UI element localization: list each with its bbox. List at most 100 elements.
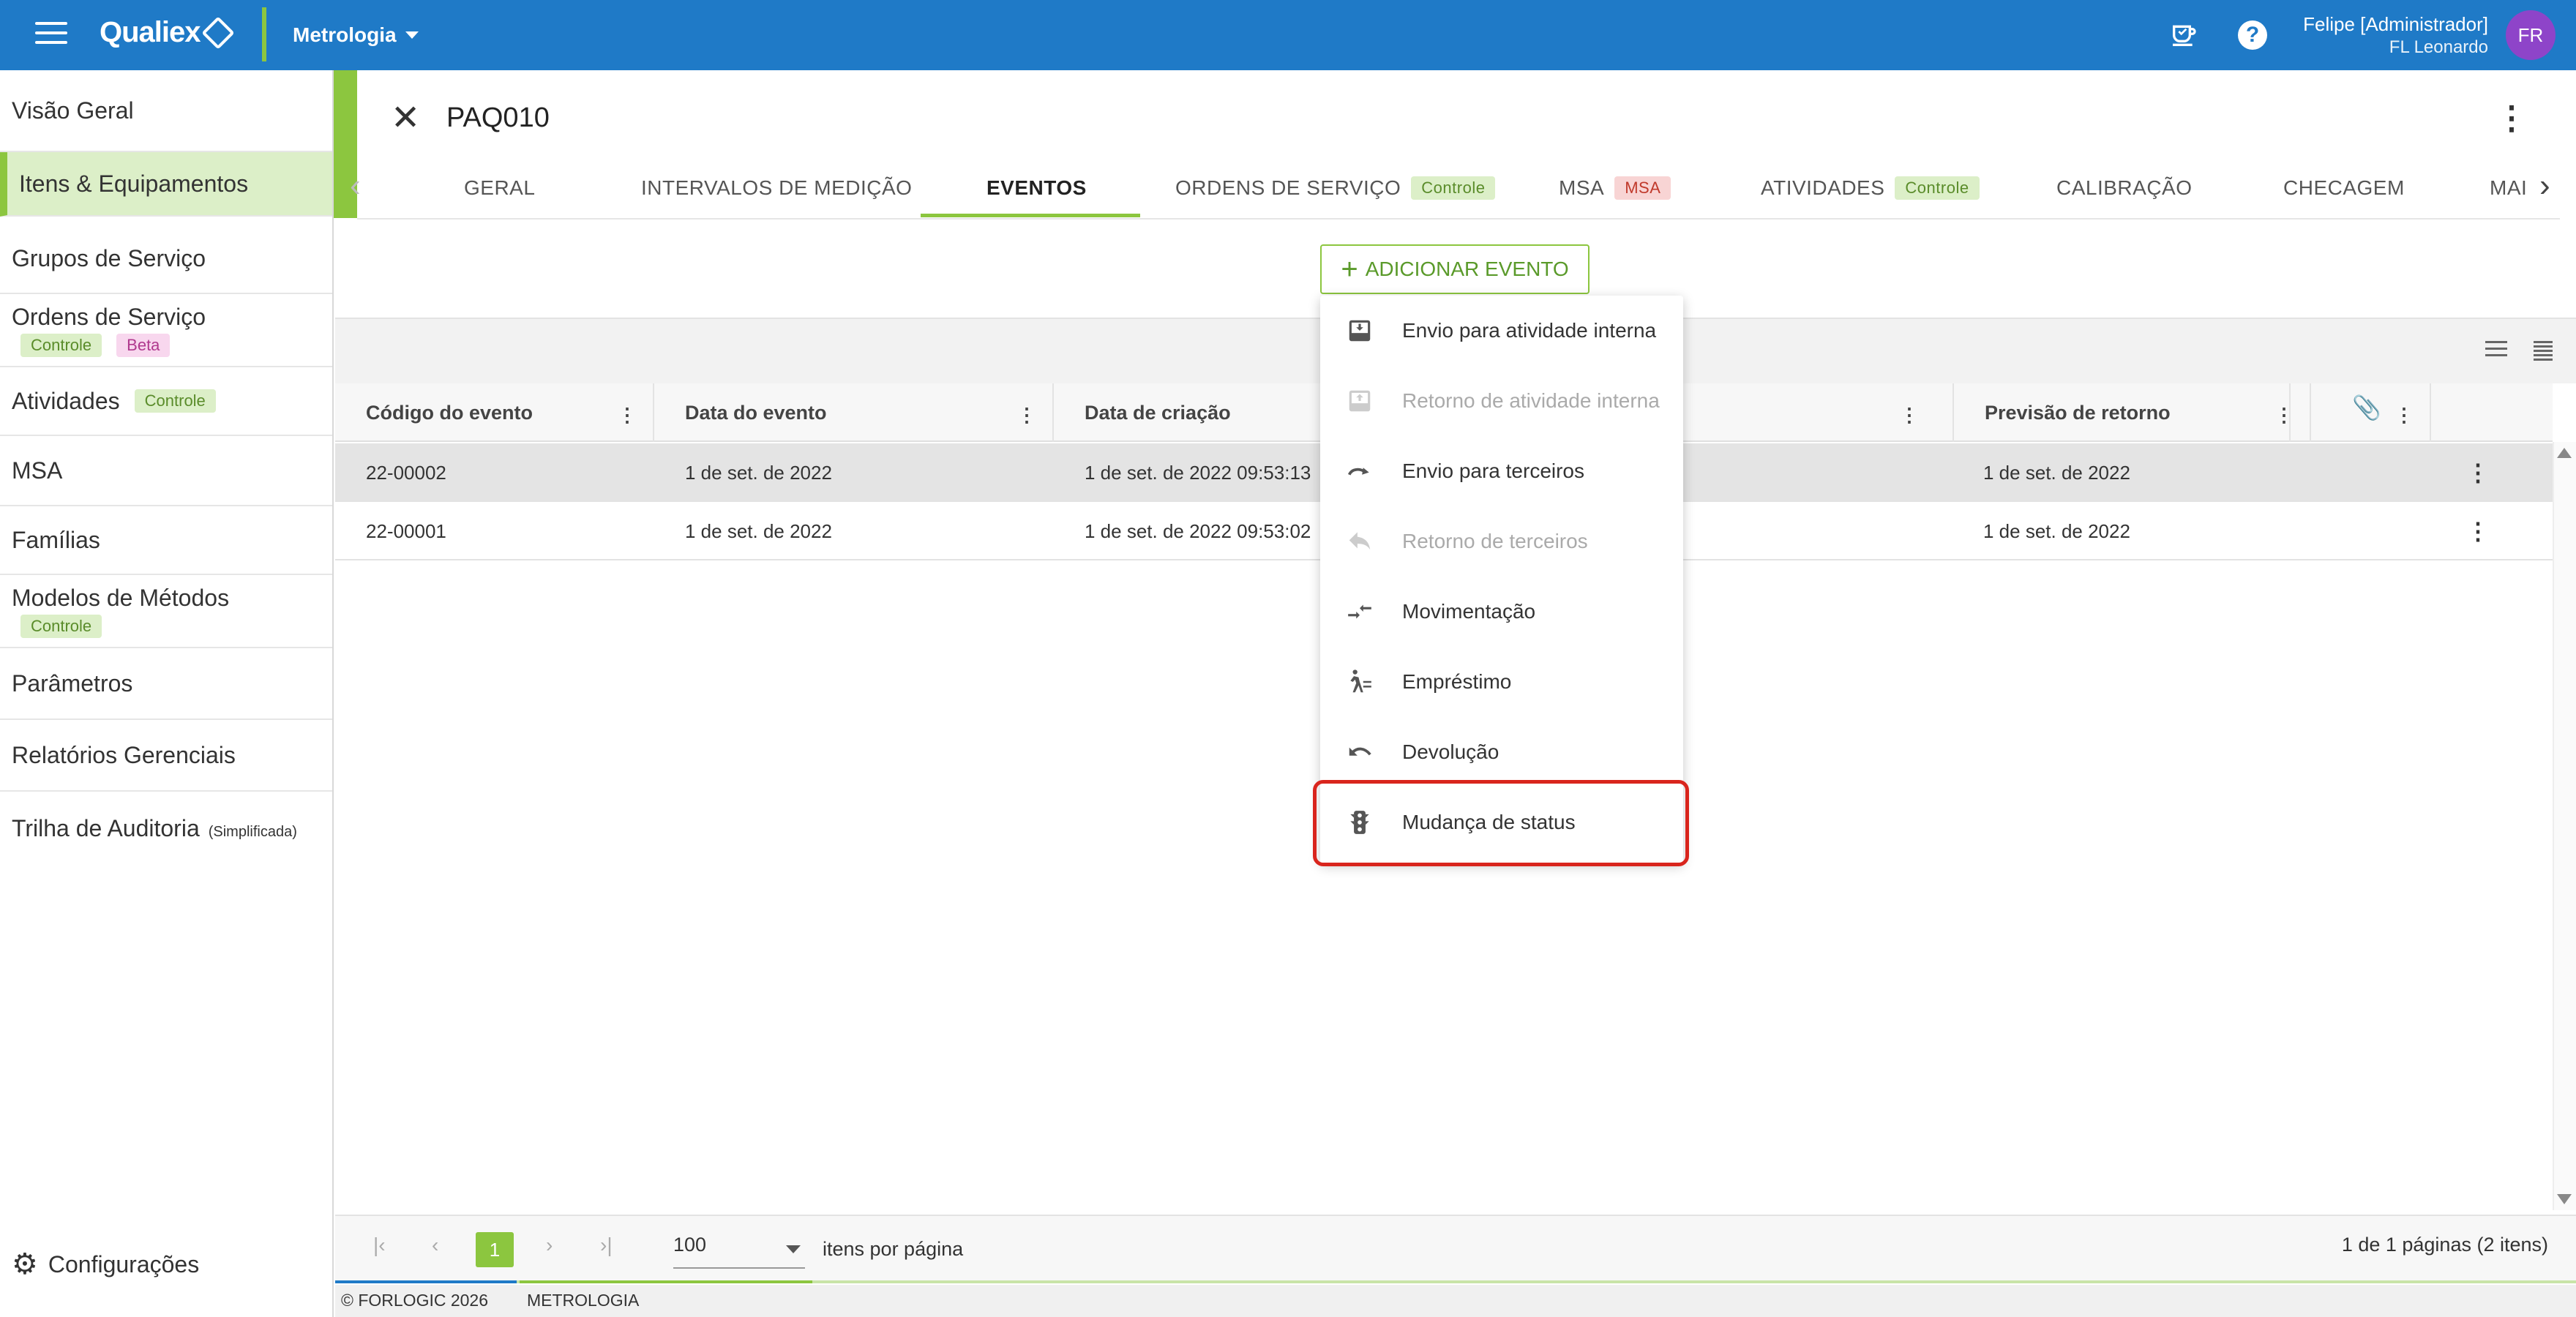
redo-arrow-icon: [1345, 457, 1374, 486]
footer-copyright: © FORLOGIC 2026: [341, 1291, 489, 1310]
coffee-cup-icon[interactable]: [2166, 18, 2201, 53]
page-size-select[interactable]: 100: [673, 1234, 805, 1269]
gear-icon: ⚙: [12, 1248, 38, 1280]
cell-code: 22-00001: [366, 519, 446, 542]
sidebar-item-familias[interactable]: Famílias: [0, 506, 332, 575]
tab-checagem[interactable]: CHECAGEM: [2283, 157, 2405, 220]
column-menu-icon[interactable]: ⋮: [2395, 404, 2414, 427]
avatar[interactable]: FR: [2506, 10, 2556, 60]
menu-item-label: Envio para atividade interna: [1402, 319, 1657, 342]
cell-code: 22-00002: [366, 461, 446, 484]
menu-item-label: Empréstimo: [1402, 670, 1512, 693]
first-page-icon[interactable]: |‹: [373, 1234, 386, 1257]
column-menu-icon[interactable]: ⋮: [1900, 404, 1919, 427]
module-selector[interactable]: Metrologia: [293, 23, 419, 47]
tab-label: GERAL: [464, 176, 536, 199]
tab-eventos[interactable]: EVENTOS: [986, 157, 1087, 220]
badge-msa: MSA: [1614, 176, 1671, 200]
column-label: Código do evento: [366, 401, 533, 424]
top-bar: Qualiex Metrologia ? Felipe [Administrad…: [0, 0, 2576, 70]
column-menu-icon[interactable]: ⋮: [2274, 404, 2294, 427]
menu-item-envio-atividade-interna[interactable]: Envio para atividade interna: [1320, 296, 1683, 366]
scroll-up-icon[interactable]: [2557, 448, 2572, 458]
tab-calibracao[interactable]: CALIBRAÇÃO: [2056, 157, 2193, 220]
column-header-data-evento[interactable]: Data do evento ⋮: [654, 383, 1054, 442]
menu-item-envio-terceiros[interactable]: Envio para terceiros: [1320, 436, 1683, 506]
badge-controle: Controle: [134, 389, 216, 413]
last-page-icon[interactable]: ›|: [600, 1234, 613, 1257]
column-header-previsao-retorno[interactable]: Previsão de retorno ⋮: [1952, 383, 2311, 442]
menu-item-devolucao[interactable]: Devolução: [1320, 717, 1683, 787]
sidebar-item-trilha-auditoria[interactable]: Trilha de Auditoria (Simplificada): [0, 792, 332, 865]
sidebar-item-sublabel: (Simplificada): [208, 823, 297, 840]
sidebar-item-grupos-servico[interactable]: Grupos de Serviço: [0, 224, 332, 294]
current-page-button[interactable]: 1: [476, 1232, 514, 1267]
density-compact-icon[interactable]: [2534, 341, 2553, 363]
add-event-label: ADICIONAR EVENTO: [1365, 258, 1569, 280]
tab-msa[interactable]: MSA MSA: [1559, 157, 1671, 220]
brand-mark-icon: [201, 15, 235, 50]
close-icon[interactable]: ✕: [391, 101, 420, 136]
previous-page-icon[interactable]: ‹: [432, 1234, 438, 1257]
pagination-summary: 1 de 1 páginas (2 itens): [2341, 1234, 2548, 1256]
cell-created: 1 de set. de 2022 09:53:13: [1085, 461, 1311, 484]
column-menu-icon[interactable]: ⋮: [1017, 404, 1036, 427]
vertical-scrollbar[interactable]: [2553, 442, 2576, 1210]
sidebar-item-modelos-metodos[interactable]: Modelos de Métodos Controle: [0, 575, 332, 648]
help-icon[interactable]: ?: [2235, 18, 2270, 53]
menu-item-retorno-atividade-interna: Retorno de atividade interna: [1320, 366, 1683, 436]
user-name: Felipe [Administrador]: [2303, 13, 2488, 35]
chevron-down-icon: [405, 31, 419, 39]
sidebar: Visão Geral Itens & Equipamentos Grupos …: [0, 70, 334, 1317]
page-title: PAQ010: [446, 102, 550, 133]
tab-ordens-servico[interactable]: ORDENS DE SERVIÇO Controle: [1175, 157, 1496, 220]
menu-icon[interactable]: [35, 22, 67, 48]
sidebar-item-atividades[interactable]: Atividades Controle: [0, 367, 332, 436]
column-header-codigo[interactable]: Código do evento ⋮: [335, 383, 654, 442]
pagination-bar: [335, 1215, 2576, 1282]
sidebar-item-visao-geral[interactable]: Visão Geral: [0, 70, 332, 152]
active-tab-indicator: [921, 214, 1140, 217]
tab-intervalos-medicao[interactable]: INTERVALOS DE MEDIÇÃO: [641, 157, 912, 220]
more-options-icon[interactable]: ⋮: [2496, 102, 2528, 135]
menu-item-movimentacao[interactable]: Movimentação: [1320, 577, 1683, 647]
column-menu-icon[interactable]: ⋮: [618, 404, 637, 427]
menu-item-emprestimo[interactable]: Empréstimo: [1320, 647, 1683, 717]
tab-label: MAI: [2490, 176, 2528, 199]
next-page-icon[interactable]: ›: [546, 1234, 553, 1257]
tab-label: EVENTOS: [986, 176, 1087, 199]
chevron-down-icon: [786, 1245, 801, 1253]
plus-icon: +: [1341, 253, 1358, 285]
paperclip-icon: 📎: [2352, 394, 2381, 421]
add-event-button[interactable]: + ADICIONAR EVENTO: [1320, 244, 1590, 294]
settings-link[interactable]: ⚙ Configurações: [12, 1250, 199, 1279]
cell-return: 1 de set. de 2022: [1983, 519, 2130, 542]
badge-controle: Controle: [1411, 176, 1496, 200]
sidebar-item-label: MSA: [12, 457, 63, 484]
sidebar-item-msa[interactable]: MSA: [0, 436, 332, 506]
badge-controle: Controle: [1895, 176, 1980, 200]
scroll-down-icon[interactable]: [2557, 1194, 2572, 1204]
sidebar-item-label: Trilha de Auditoria: [12, 814, 200, 841]
density-comfortable-icon[interactable]: [2485, 341, 2507, 361]
sidebar-item-itens-equipamentos[interactable]: Itens & Equipamentos: [0, 152, 332, 217]
sidebar-item-ordens-servico[interactable]: Ordens de Serviço Controle Beta: [0, 294, 332, 367]
user-info[interactable]: Felipe [Administrador] FL Leonardo: [2303, 13, 2488, 58]
tabs-scroll-right-icon[interactable]: ›: [2539, 170, 2550, 202]
sidebar-item-relatorios[interactable]: Relatórios Gerenciais: [0, 720, 332, 792]
tab-geral[interactable]: GERAL: [464, 157, 535, 220]
tab-atividades[interactable]: ATIVIDADES Controle: [1761, 157, 1980, 220]
menu-item-label: Retorno de atividade interna: [1402, 389, 1660, 412]
module-name: Metrologia: [293, 23, 397, 46]
sidebar-item-label: Parâmetros: [12, 669, 133, 697]
menu-item-label: Envio para terceiros: [1402, 459, 1585, 482]
row-actions-icon[interactable]: ⋮: [2466, 502, 2490, 560]
cell-return: 1 de set. de 2022: [1983, 461, 2130, 484]
tab-label: MSA: [1559, 176, 1605, 199]
tab-more[interactable]: MAI: [2490, 157, 2534, 220]
brand-logo[interactable]: Qualiex: [100, 15, 235, 50]
inbox-download-icon: [1345, 386, 1374, 416]
settings-label: Configurações: [48, 1250, 200, 1277]
sidebar-item-parametros[interactable]: Parâmetros: [0, 648, 332, 720]
row-actions-icon[interactable]: ⋮: [2466, 443, 2490, 502]
